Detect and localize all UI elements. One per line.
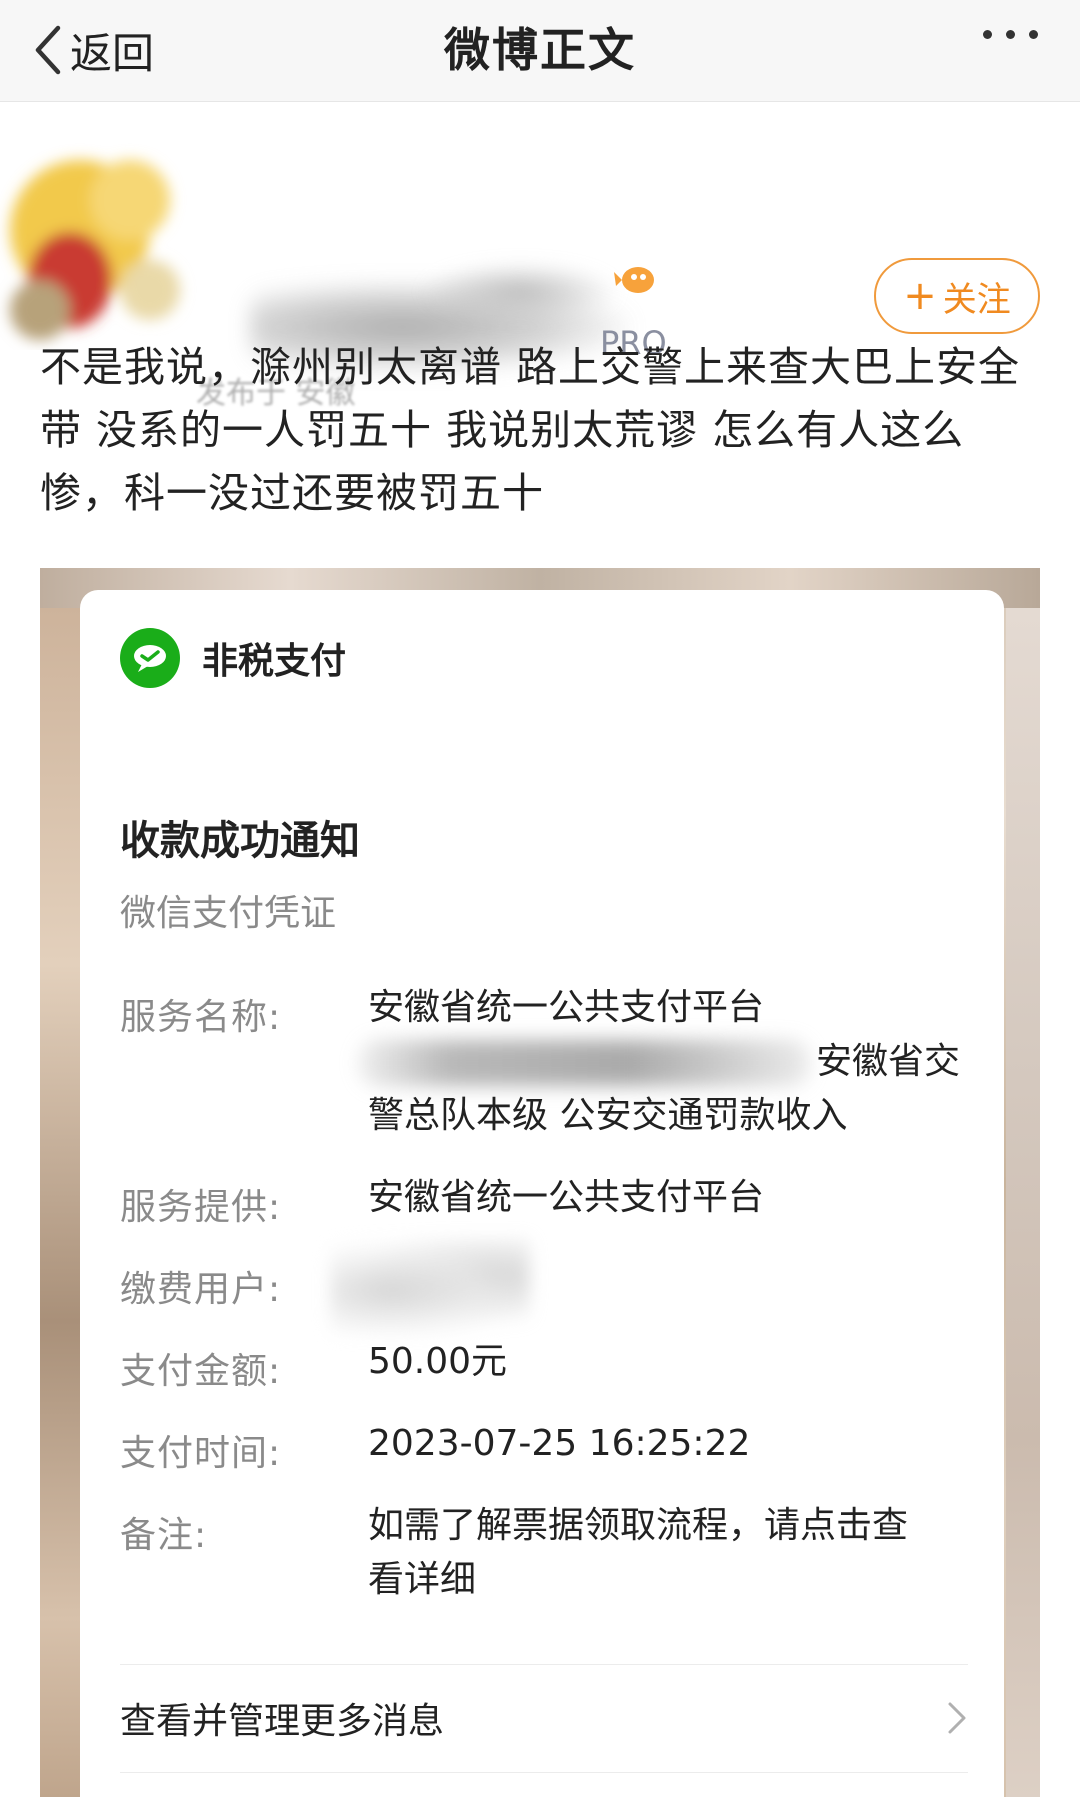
divider-bottom (120, 1772, 968, 1773)
value-service-name-line3: 警总队本级 公安交通罚款收入 (368, 1095, 848, 1136)
nav-bar: 返回 微博正文 (0, 0, 1080, 102)
notice-subtitle: 微信支付凭证 (120, 893, 337, 934)
blurred-service-detail (358, 1040, 810, 1086)
follow-label: 关注 (942, 279, 1011, 320)
value-amount: 50.00元 (368, 1341, 508, 1382)
post-body: 不是我说，滁州别太离谱 路上交警上来查大巴上安全带 没系的一人罚五十 我说别太荒… (40, 343, 1021, 517)
emoji-badge-icon (614, 267, 654, 293)
notice-title: 收款成功通知 (120, 818, 360, 864)
photo-background-left (40, 608, 82, 1797)
label-amount: 支付金额: (120, 1351, 282, 1392)
label-payer: 缴费用户: (120, 1269, 282, 1310)
value-service-name-line1: 安徽省统一公共支付平台 (368, 987, 765, 1028)
page-title: 微博正文 (444, 23, 636, 77)
follow-button[interactable]: + 关注 (874, 258, 1040, 334)
plus-icon: + (903, 273, 937, 319)
value-pay-time: 2023-07-25 16:25:22 (368, 1423, 751, 1464)
more-messages-link[interactable]: 查看并管理更多消息 (120, 1690, 968, 1746)
author-row: PRO 发布于 安徽 + 关注 (0, 102, 1080, 411)
receipt-header: 非税支付 (120, 628, 346, 688)
avatar[interactable] (0, 140, 200, 350)
label-service-name: 服务名称: (120, 997, 282, 1038)
label-remark: 备注: (120, 1515, 208, 1556)
label-pay-time: 支付时间: (120, 1433, 282, 1474)
value-service-name-line2: 安徽省交 (816, 1041, 961, 1082)
more-dots-icon[interactable] (983, 30, 1038, 39)
wechat-pay-icon (120, 628, 180, 688)
receipt-app-name: 非税支付 (202, 641, 347, 682)
photo-background-right (1006, 608, 1040, 1797)
value-remark-line2[interactable]: 看详细 (368, 1554, 476, 1606)
blurred-payer (330, 1238, 530, 1334)
blurred-username-extra (420, 262, 620, 322)
divider (120, 1664, 968, 1665)
more-messages-label: 查看并管理更多消息 (120, 1701, 445, 1742)
value-remark-line1[interactable]: 如需了解票据领取流程，请点击查 (368, 1500, 908, 1552)
label-service-provider: 服务提供: (120, 1187, 282, 1228)
value-service-provider: 安徽省统一公共支付平台 (368, 1177, 765, 1218)
chevron-right-icon (948, 1702, 966, 1734)
